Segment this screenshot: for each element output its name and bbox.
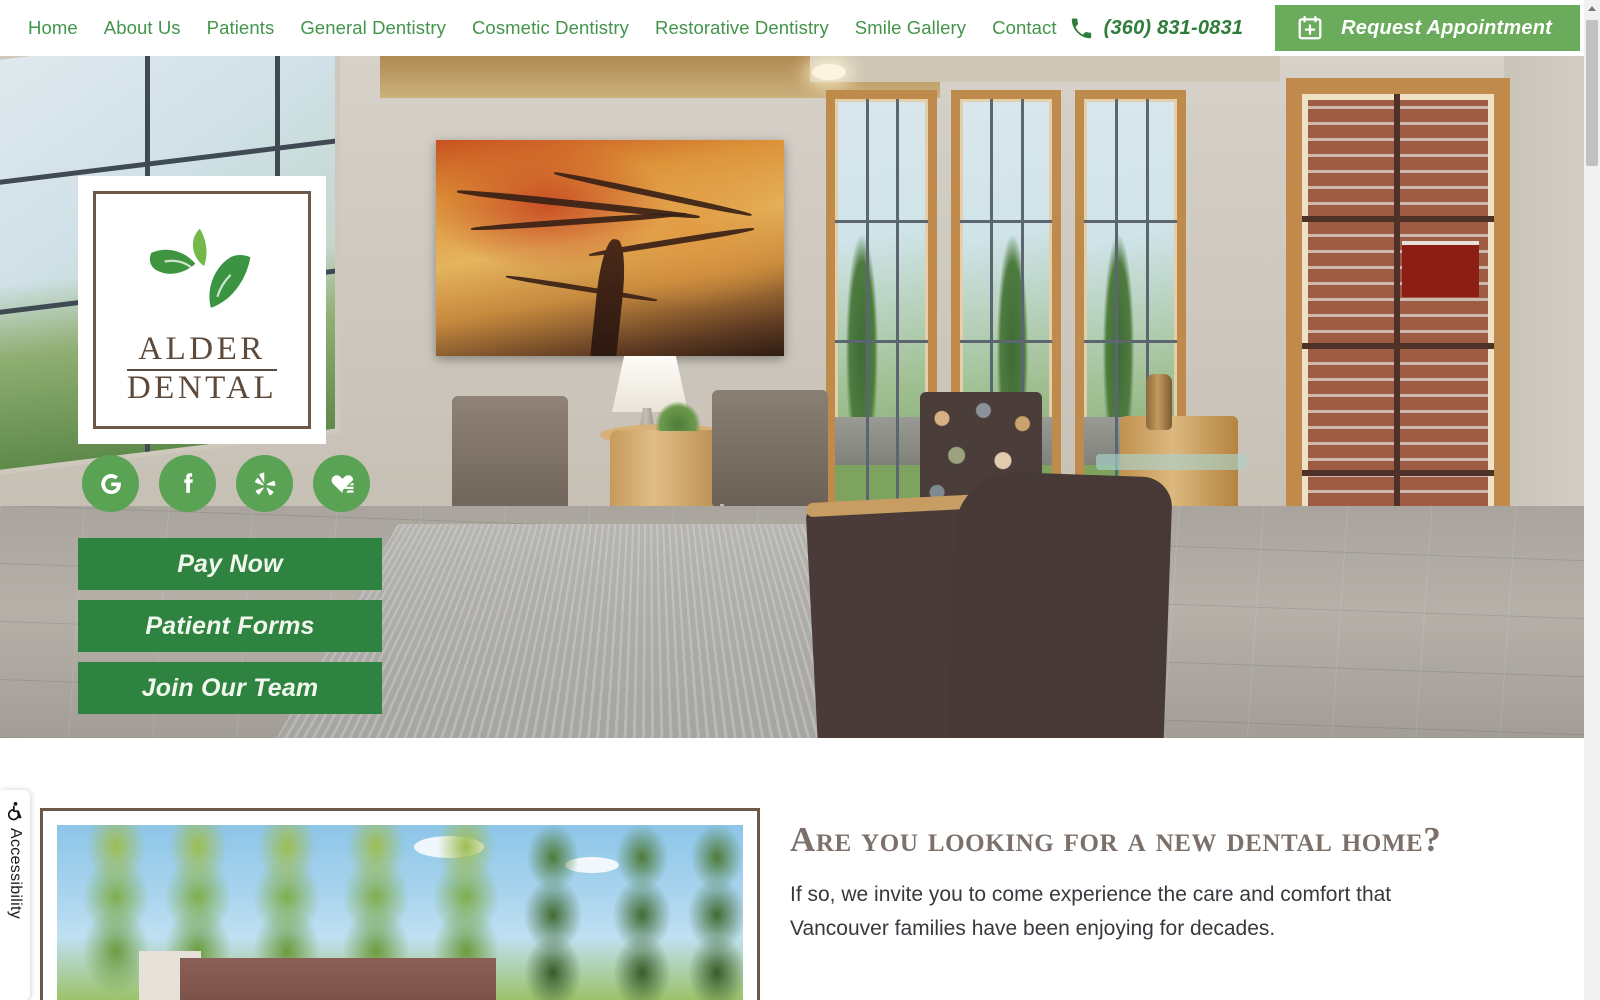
intro-paragraph: If so, we invite you to come experience …	[790, 878, 1490, 946]
social-links	[82, 455, 390, 512]
site-header: Home About Us Patients General Dentistry…	[0, 0, 1584, 56]
office-exterior-photo	[40, 808, 760, 1000]
nav-item-restorative-dentistry[interactable]: Restorative Dentistry	[642, 17, 842, 39]
phone-number: (360) 831-0831	[1104, 17, 1244, 40]
wall-artwork	[436, 140, 784, 356]
hero-cta-buttons: Pay Now Patient Forms Join Our Team	[78, 538, 382, 724]
google-icon	[96, 469, 126, 499]
intro-text: Are you looking for a new dental home? I…	[790, 816, 1490, 946]
facebook-icon	[173, 469, 203, 499]
page-scrollbar[interactable]	[1584, 0, 1600, 1000]
page-title: Are you looking for a new dental home?	[790, 816, 1490, 864]
phone-icon	[1070, 17, 1092, 39]
hero-section: ALDER DENTAL Pay Now Patient Forms Join …	[0, 56, 1584, 738]
site-logo[interactable]: ALDER DENTAL	[78, 176, 326, 444]
nav-item-general-dentistry[interactable]: General Dentistry	[287, 17, 459, 39]
scroll-up-button[interactable]	[1584, 0, 1600, 17]
patient-forms-label: Patient Forms	[145, 612, 314, 641]
main-navigation: Home About Us Patients General Dentistry…	[28, 17, 1070, 39]
healthgrades-icon	[327, 469, 357, 499]
request-appointment-label: Request Appointment	[1341, 17, 1552, 40]
nav-item-cosmetic-dentistry[interactable]: Cosmetic Dentistry	[459, 17, 642, 39]
header-actions: (360) 831-0831 Request Appointment	[1070, 5, 1596, 51]
logo-text-dental: DENTAL	[127, 372, 277, 406]
nav-item-patients[interactable]: Patients	[194, 17, 288, 39]
leaves-icon	[136, 221, 268, 333]
join-our-team-label: Join Our Team	[142, 674, 319, 703]
scrollbar-thumb[interactable]	[1586, 20, 1598, 166]
request-appointment-button[interactable]: Request Appointment	[1275, 5, 1580, 51]
nav-item-home[interactable]: Home	[28, 17, 91, 39]
pay-now-label: Pay Now	[177, 550, 283, 579]
healthgrades-button[interactable]	[313, 455, 370, 512]
yelp-icon	[250, 469, 280, 499]
nav-item-contact[interactable]: Contact	[979, 17, 1069, 39]
phone-link[interactable]: (360) 831-0831	[1070, 17, 1244, 40]
google-button[interactable]	[82, 455, 139, 512]
logo-text-alder: ALDER	[138, 333, 266, 367]
intro-section: Are you looking for a new dental home? I…	[0, 738, 1584, 1000]
accessibility-widget[interactable]: Accessibility	[0, 790, 30, 1000]
patient-forms-button[interactable]: Patient Forms	[78, 600, 382, 652]
yelp-button[interactable]	[236, 455, 293, 512]
facebook-button[interactable]	[159, 455, 216, 512]
accessibility-label: Accessibility	[6, 828, 24, 919]
wheelchair-icon	[5, 800, 25, 822]
join-our-team-button[interactable]: Join Our Team	[78, 662, 382, 714]
nav-item-smile-gallery[interactable]: Smile Gallery	[842, 17, 979, 39]
calendar-plus-icon	[1297, 15, 1323, 41]
nav-item-about-us[interactable]: About Us	[91, 17, 194, 39]
pay-now-button[interactable]: Pay Now	[78, 538, 382, 590]
